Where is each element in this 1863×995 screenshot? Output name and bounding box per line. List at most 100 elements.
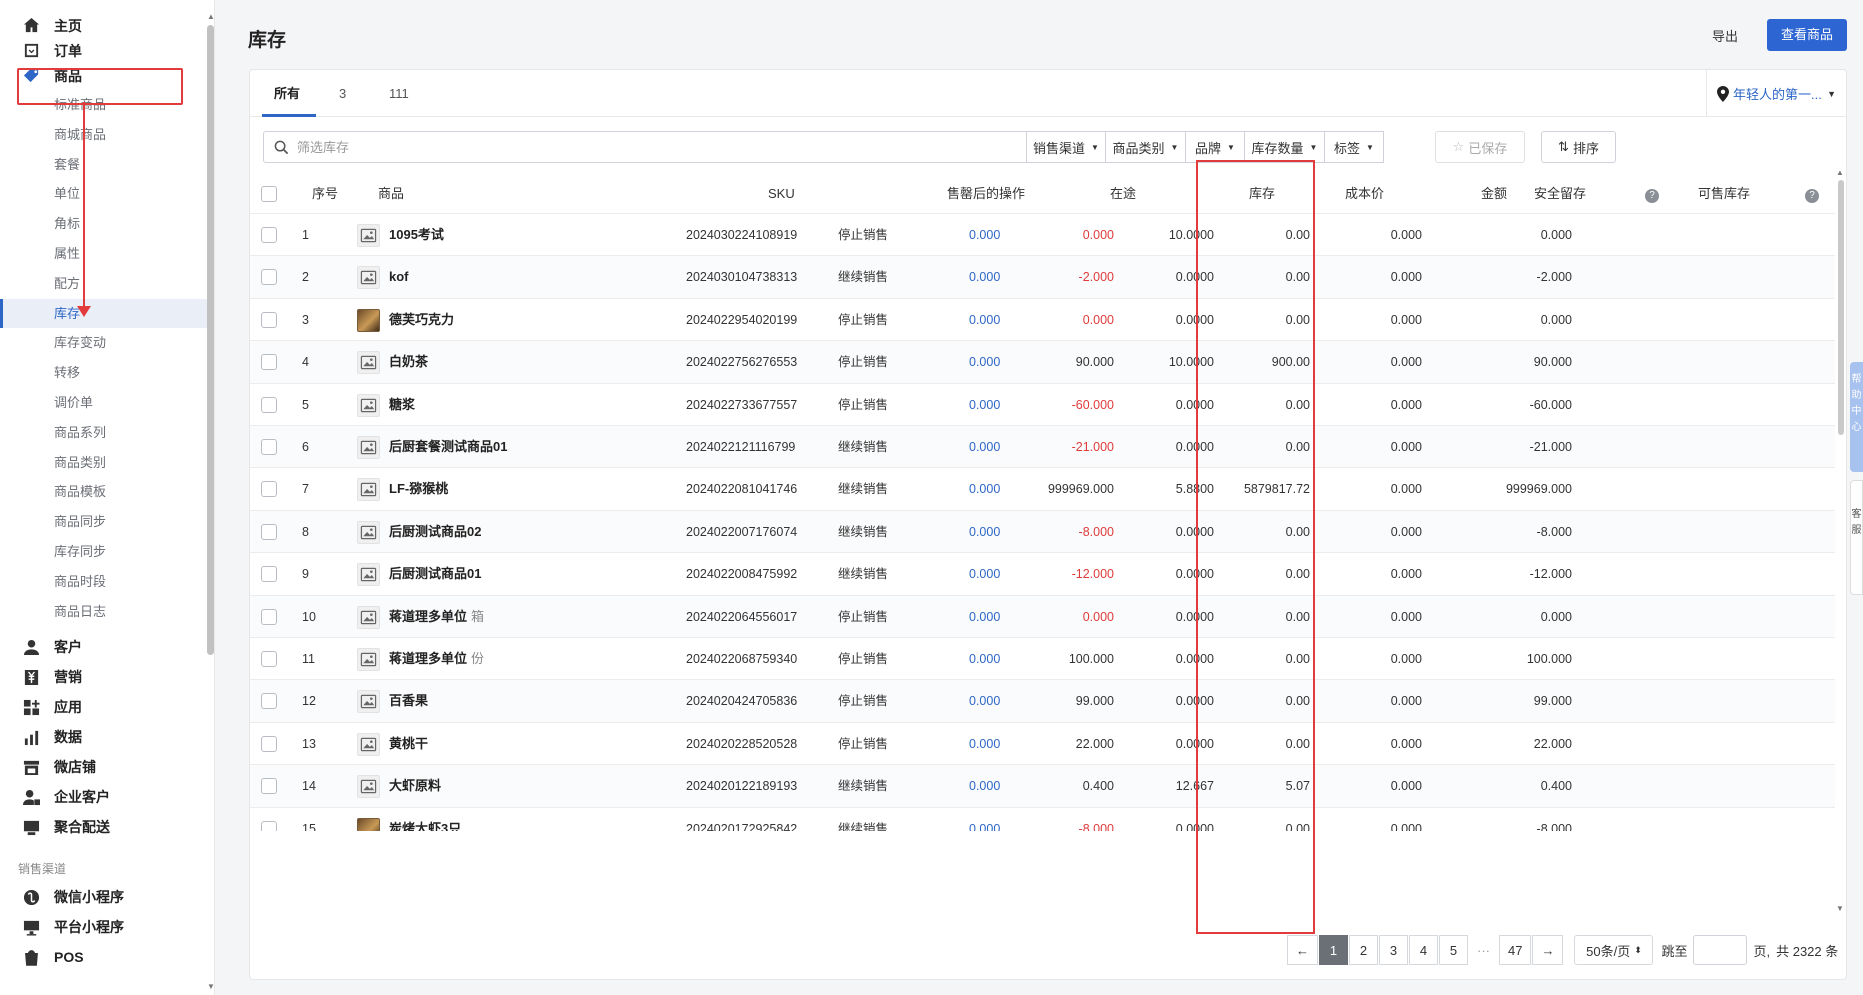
view-products-button[interactable]: 查看商品 xyxy=(1767,19,1847,51)
sort-button[interactable]: ⇅ 排序 xyxy=(1541,131,1616,163)
table-scroll-down-icon[interactable]: ▼ xyxy=(1836,904,1844,913)
sidebar-main-item-1[interactable]: 订单 xyxy=(0,38,214,63)
in-transit[interactable]: 0.000 xyxy=(969,723,1000,765)
saved-button[interactable]: ☆ 已保存 xyxy=(1435,131,1525,163)
product-name-text[interactable]: 蒋道理多单位 xyxy=(389,651,467,666)
product-name-text[interactable]: 后厨测试商品01 xyxy=(389,566,481,581)
page-number-button[interactable]: 3 xyxy=(1379,935,1408,965)
table-row[interactable]: 6 后厨套餐测试商品01 2024022121116799 继续销售 0.000 -21.… xyxy=(250,425,1835,468)
sidebar-module-item-2[interactable]: 应用 xyxy=(0,692,214,722)
select-all-checkbox[interactable] xyxy=(261,186,277,202)
product-name[interactable]: 白奶茶 xyxy=(389,341,428,383)
table-row[interactable]: 5 糖浆 2024022733677557 停止销售 0.000 -60.000 0.000… xyxy=(250,382,1835,426)
row-checkbox[interactable] xyxy=(261,778,277,795)
product-name-text[interactable]: 百香果 xyxy=(389,693,428,708)
tab-111[interactable]: 111 xyxy=(389,70,409,117)
table-row[interactable]: 13 黄桃干 2024020228520528 停止销售 0.000 22.000 0.00… xyxy=(250,721,1835,765)
product-name[interactable]: 糖浆 xyxy=(389,384,415,426)
product-name[interactable]: 黄桃干 xyxy=(389,723,428,765)
jump-page-input[interactable] xyxy=(1693,935,1748,965)
row-checkbox[interactable] xyxy=(261,311,277,328)
table-row[interactable]: 11 蒋道理多单位份 2024022068759340 停止销售 0.000 100.00… xyxy=(250,637,1835,680)
sidebar-module-item-3[interactable]: 数据 xyxy=(0,722,214,752)
table-row[interactable]: 15 炭烤大虾3只 2024020172925842 继续销售 0.000 -8.000 0… xyxy=(250,806,1835,831)
product-name-text[interactable]: 后厨套餐测试商品01 xyxy=(389,439,507,454)
sidebar-channel-item-1[interactable]: 平台小程序 xyxy=(0,912,214,942)
help-icon[interactable]: ? xyxy=(1805,176,1819,212)
product-name[interactable]: 后厨测试商品01 xyxy=(389,553,481,595)
sidebar-channel-item-0[interactable]: 微信小程序 xyxy=(0,882,214,912)
product-name[interactable]: 百香果 xyxy=(389,680,428,722)
page-number-button[interactable]: 1 xyxy=(1319,935,1348,965)
product-name-text[interactable]: 糖浆 xyxy=(389,397,415,412)
sidebar-sub-item[interactable]: 商品日志 xyxy=(0,597,214,627)
sidebar-sub-item[interactable]: 库存 xyxy=(0,298,214,329)
sidebar-sub-item[interactable]: 商品系列 xyxy=(0,418,214,448)
last-page-button[interactable]: 47 xyxy=(1499,935,1532,965)
category-filter[interactable]: 商品类别 ▼ xyxy=(1105,131,1186,163)
product-name-text[interactable]: kof xyxy=(389,269,409,284)
product-name[interactable]: 后厨测试商品02 xyxy=(389,511,481,553)
in-transit[interactable]: 0.000 xyxy=(969,680,1000,722)
product-name[interactable]: 大虾原料 xyxy=(389,765,441,807)
product-name[interactable]: 德芙巧克力 xyxy=(389,299,454,341)
table-scroll-up-icon[interactable]: ▲ xyxy=(1836,168,1844,177)
in-transit[interactable]: 0.000 xyxy=(969,468,1000,510)
sidebar-sub-item[interactable]: 库存同步 xyxy=(0,537,214,567)
in-transit[interactable]: 0.000 xyxy=(969,299,1000,341)
sidebar-sub-item[interactable]: 商城商品 xyxy=(0,120,214,150)
product-name-text[interactable]: 大虾原料 xyxy=(389,778,441,793)
product-name-text[interactable]: 白奶茶 xyxy=(389,354,428,369)
product-name-text[interactable]: 蒋道理多单位 xyxy=(389,609,467,624)
row-checkbox[interactable] xyxy=(261,566,277,583)
in-transit[interactable]: 0.000 xyxy=(969,553,1000,595)
table-row[interactable]: 10 蒋道理多单位箱 2024022064556017 停止销售 0.000 0.000 0… xyxy=(250,594,1835,638)
sidebar-sub-item[interactable]: 商品模板 xyxy=(0,477,214,507)
table-row[interactable]: 9 后厨测试商品01 2024022008475992 继续销售 0.000 -12.00… xyxy=(250,552,1835,595)
table-row[interactable]: 7 LF-猕猴桃 2024022081041746 继续销售 0.000 999969.0… xyxy=(250,467,1835,510)
sidebar-sub-item[interactable]: 属性 xyxy=(0,239,214,269)
product-name[interactable]: 1095考试 xyxy=(389,214,444,256)
sidebar-sub-item[interactable]: 角标 xyxy=(0,209,214,239)
table-row[interactable]: 12 百香果 2024020424705836 停止销售 0.000 99.000 0.00… xyxy=(250,679,1835,722)
sidebar-module-item-6[interactable]: 聚合配送 xyxy=(0,812,214,842)
in-transit[interactable]: 0.000 xyxy=(969,214,1000,256)
help-icon[interactable]: ? xyxy=(1645,176,1659,212)
product-name[interactable]: LF-猕猴桃 xyxy=(389,468,448,510)
table-scrollbar[interactable] xyxy=(1838,180,1844,435)
table-row[interactable]: 2 kof 2024030104738313 继续销售 0.000 -2.000 0.000… xyxy=(250,255,1835,298)
in-transit[interactable]: 0.000 xyxy=(969,808,1000,831)
in-transit[interactable]: 0.000 xyxy=(969,256,1000,298)
sidebar-module-item-4[interactable]: 微店铺 xyxy=(0,752,214,782)
product-name[interactable]: kof xyxy=(389,256,409,298)
in-transit[interactable]: 0.000 xyxy=(969,638,1000,680)
table-row[interactable]: 4 白奶茶 2024022756276553 停止销售 0.000 90.000 10.00… xyxy=(250,340,1835,383)
sidebar-sub-item[interactable]: 商品同步 xyxy=(0,507,214,537)
sidebar-scroll-up-icon[interactable]: ▲ xyxy=(207,12,215,21)
sidebar-sub-item[interactable]: 调价单 xyxy=(0,388,214,418)
sidebar-channel-item-2[interactable]: POS xyxy=(0,942,214,972)
prev-page-button[interactable]: ← xyxy=(1287,935,1318,965)
row-checkbox[interactable] xyxy=(261,693,277,710)
in-transit[interactable]: 0.000 xyxy=(969,765,1000,807)
product-name[interactable]: 后厨套餐测试商品01 xyxy=(389,426,507,468)
sidebar-module-item-0[interactable]: 客户 xyxy=(0,632,214,662)
sidebar-sub-item[interactable]: 库存变动 xyxy=(0,328,214,358)
sidebar-module-item-5[interactable]: 企业客户 xyxy=(0,782,214,812)
tag-filter[interactable]: 标签 ▼ xyxy=(1324,131,1384,163)
product-name[interactable]: 蒋道理多单位箱 xyxy=(389,596,484,638)
sidebar-sub-item[interactable]: 配方 xyxy=(0,269,214,299)
row-checkbox[interactable] xyxy=(261,439,277,455)
sidebar-sub-item[interactable]: 标准商品 xyxy=(0,90,214,120)
help-center-float[interactable]: 帮助中心 xyxy=(1850,362,1863,472)
in-transit[interactable]: 0.000 xyxy=(969,384,1000,426)
sidebar-module-item-1[interactable]: 营销 xyxy=(0,662,214,692)
row-checkbox[interactable] xyxy=(261,227,277,243)
sidebar-sub-item[interactable]: 套餐 xyxy=(0,150,214,180)
sidebar-sub-item[interactable]: 单位 xyxy=(0,179,214,209)
in-transit[interactable]: 0.000 xyxy=(969,511,1000,553)
in-transit[interactable]: 0.000 xyxy=(969,341,1000,383)
row-checkbox[interactable] xyxy=(261,481,277,498)
row-checkbox[interactable] xyxy=(261,608,277,625)
tab-3[interactable]: 3 xyxy=(339,70,346,117)
